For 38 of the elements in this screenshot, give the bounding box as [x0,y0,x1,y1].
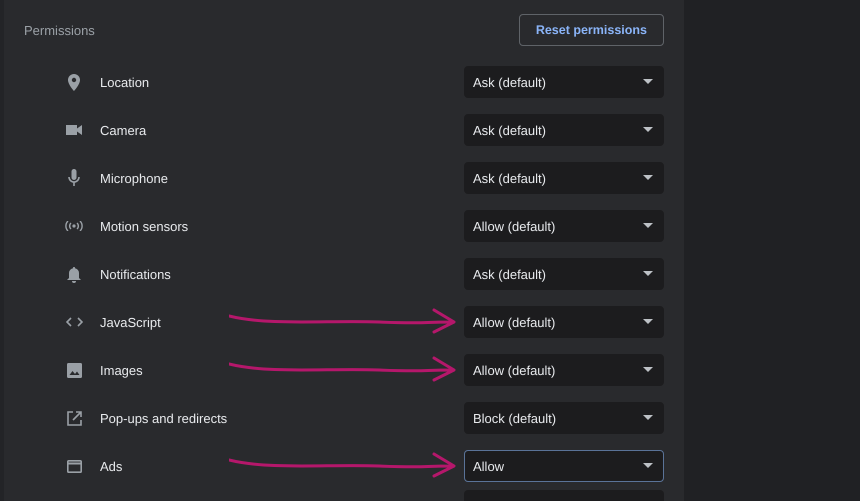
caret-icon [643,79,653,85]
permission-label: Camera [100,122,148,138]
reset-permissions-button[interactable]: Reset permissions [518,14,664,46]
permission-label: JavaScript [100,314,162,330]
image-icon [66,362,82,378]
bell-icon [67,266,81,282]
caret-icon [643,223,653,229]
permission-dropdown[interactable]: Allow (default) [464,354,664,386]
permission-label: Notifications [100,266,172,282]
permission-dropdown[interactable]: Allow [464,450,664,482]
permission-dropdown[interactable]: Ask (default) [464,114,664,146]
permission-label: Ads [100,458,124,474]
external-link-icon [66,410,82,426]
permission-label: Pop-ups and redirects [100,410,228,426]
location-pin-icon [68,74,80,90]
caret-icon [643,415,653,421]
permission-dropdown[interactable]: Allow (default) [464,210,664,242]
caret-icon [643,367,653,373]
caret-icon [643,463,653,469]
permission-dropdown[interactable]: Allow (default) [464,306,664,338]
permission-dropdown[interactable]: Ask (default) [464,162,664,194]
section-title: Permissions [24,22,95,38]
permission-label: Motion sensors [100,218,190,234]
signal-waves-icon [65,221,83,231]
permission-label: Location [100,74,150,90]
video-camera-icon [66,125,82,135]
browser-window-icon [66,460,82,472]
caret-icon [643,175,653,181]
permission-dropdown[interactable]: Ask (default) [464,66,664,98]
permission-dropdown[interactable]: Block (default) [464,402,664,434]
caret-icon [643,271,653,277]
caret-icon [643,127,653,133]
permission-label: Microphone [100,170,169,186]
code-icon [66,317,82,327]
caret-icon [643,319,653,325]
permission-label: Images [100,362,144,378]
permission-dropdown[interactable]: Ask (default) [464,258,664,290]
microphone-icon [68,169,80,187]
